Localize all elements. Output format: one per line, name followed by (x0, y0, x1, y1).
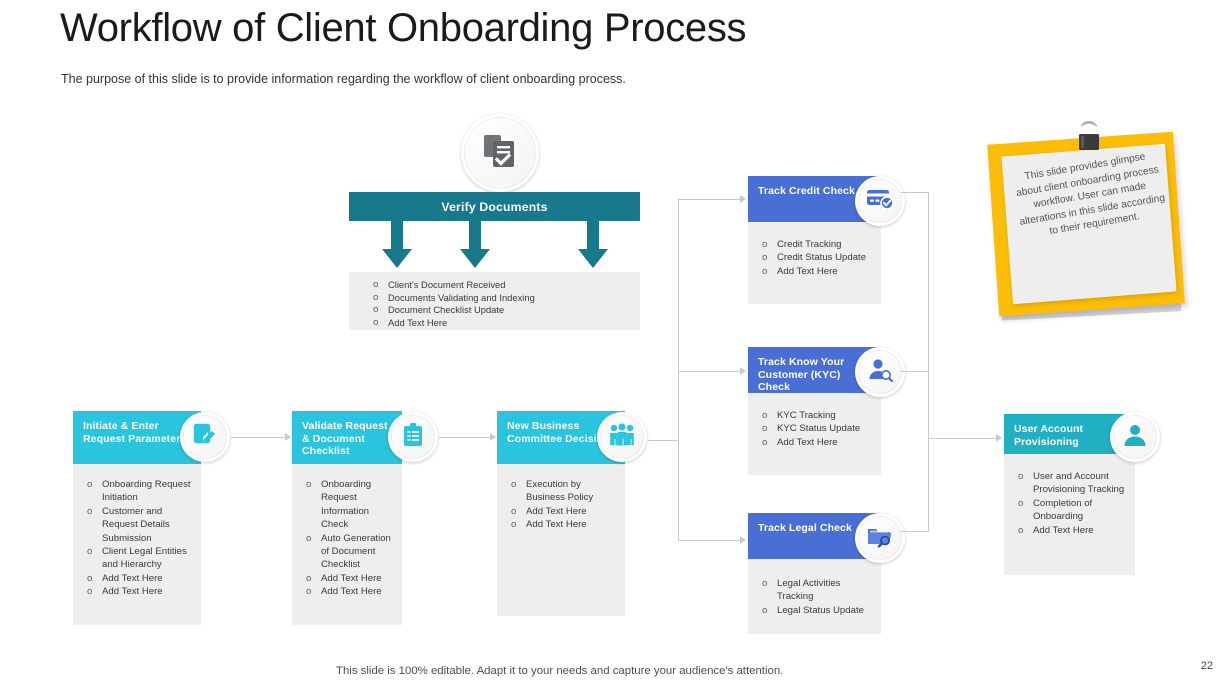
card-provisioning-body: User and Account Provisioning Tracking C… (1004, 454, 1135, 575)
card-track-kyc-title: Track Know Your Customer (KYC) Check (758, 356, 845, 393)
verify-arrow-2 (455, 221, 495, 271)
list-item: Completion of Onboarding (1016, 497, 1125, 524)
verify-arrow-1 (377, 221, 417, 271)
list-item: Add Text Here (760, 265, 871, 279)
branch-trunk (678, 199, 679, 541)
card-validate-header: Validate Request & Document Checklist (292, 411, 402, 464)
sticky-note: This slide provides glimpse about client… (985, 120, 1190, 325)
card-track-kyc-body: KYC Tracking KYC Status Update Add Text … (748, 393, 881, 475)
merge-trunk (928, 192, 929, 532)
list-item: Document Checklist Update (371, 304, 630, 317)
list-item: Add Text Here (1016, 524, 1125, 538)
card-track-legal-body: Legal Activities Tracking Legal Status U… (748, 559, 881, 634)
footer-note: This slide is 100% editable. Adapt it to… (336, 665, 784, 677)
documents-check-icon (480, 131, 520, 176)
connector-kyc-merge (901, 371, 929, 372)
validate-icon-bubble (388, 412, 438, 462)
list-item: Add Text Here (85, 585, 191, 599)
card-initiate-title: Initiate & Enter Request Parameters (83, 420, 187, 445)
committee-icon-bubble (597, 412, 647, 462)
binder-clip-icon (1071, 120, 1107, 162)
connector-trunk-kyc (678, 371, 740, 372)
card-track-legal-bullets: Legal Activities Tracking Legal Status U… (760, 577, 871, 618)
list-item: Onboarding Request Initiation (85, 478, 191, 505)
list-item: Documents Validating and Indexing (371, 292, 630, 305)
arrowhead-kyc (740, 367, 746, 375)
verify-documents-title: Verify Documents (441, 199, 548, 214)
verify-documents-body: Client's Document Received Documents Val… (349, 272, 640, 330)
people-group-icon (608, 422, 636, 452)
connector-merge-provisioning (928, 438, 996, 439)
connector-legal-merge (901, 531, 929, 532)
provisioning-icon-bubble (1110, 412, 1160, 462)
list-item: Customer and Request Details Submission (85, 505, 191, 545)
arrowhead-credit (740, 195, 746, 203)
list-item: Client Legal Entities and Hierarchy (85, 545, 191, 572)
verify-documents-banner: Verify Documents (349, 192, 640, 221)
arrowhead-legal (740, 536, 746, 544)
list-item: Add Text Here (371, 317, 630, 330)
verify-arrow-3 (573, 221, 613, 271)
connector-credit-merge (901, 192, 929, 193)
connector-trunk-legal (678, 540, 740, 541)
card-provisioning-bullets: User and Account Provisioning Tracking C… (1016, 470, 1125, 537)
card-validate-body: Onboarding Request Information Check Aut… (292, 464, 402, 625)
list-item: Onboarding Request Information Check (304, 478, 392, 532)
card-initiate-bullets: Onboarding Request Initiation Customer a… (85, 478, 191, 599)
track-legal-icon-bubble (855, 513, 905, 563)
card-validate[interactable]: Validate Request & Document Checklist On… (292, 411, 402, 625)
list-item: Client's Document Received (371, 279, 630, 292)
card-track-credit-bullets: Credit Tracking Credit Status Update Add… (760, 238, 871, 279)
track-credit-icon-bubble (855, 176, 905, 226)
card-validate-bullets: Onboarding Request Information Check Aut… (304, 478, 392, 599)
clipboard-checklist-icon (401, 422, 425, 453)
user-account-icon (1123, 423, 1147, 452)
user-search-icon (867, 358, 894, 387)
page-subtitle: The purpose of this slide is to provide … (61, 72, 626, 86)
list-item: Credit Status Update (760, 251, 871, 265)
track-kyc-icon-bubble (855, 347, 905, 397)
initiate-icon-bubble (180, 412, 230, 462)
edit-document-icon (192, 422, 218, 453)
credit-card-check-icon (866, 188, 894, 215)
list-item: Legal Status Update (760, 604, 871, 618)
connector-initiate-validate (231, 437, 285, 438)
arrowhead-provisioning (996, 434, 1002, 442)
list-item: KYC Status Update (760, 422, 871, 436)
arrowhead-committee (490, 433, 496, 441)
list-item: KYC Tracking (760, 409, 871, 423)
list-item: Add Text Here (509, 518, 615, 532)
page-title: Workflow of Client Onboarding Process (60, 6, 747, 50)
connector-validate-committee (439, 437, 490, 438)
arrowhead-validate (285, 433, 291, 441)
card-initiate-body: Onboarding Request Initiation Customer a… (73, 464, 201, 625)
list-item: Add Text Here (509, 505, 615, 519)
list-item: Add Text Here (85, 572, 191, 586)
connector-committee-trunk (648, 440, 679, 441)
list-item: Credit Tracking (760, 238, 871, 252)
list-item: Legal Activities Tracking (760, 577, 871, 604)
page-number: 22 (1200, 660, 1213, 672)
folder-search-icon (866, 524, 894, 553)
list-item: User and Account Provisioning Tracking (1016, 470, 1125, 497)
card-validate-title: Validate Request & Document Checklist (302, 420, 388, 457)
card-track-legal-title: Track Legal Check (758, 522, 852, 534)
card-track-credit-title: Track Credit Check (758, 185, 855, 197)
card-track-kyc-bullets: KYC Tracking KYC Status Update Add Text … (760, 409, 871, 450)
slide-canvas: Workflow of Client Onboarding Process Th… (0, 0, 1229, 691)
list-item: Add Text Here (304, 572, 392, 586)
list-item: Auto Generation of Document Checklist (304, 532, 392, 572)
card-track-credit-body: Credit Tracking Credit Status Update Add… (748, 222, 881, 304)
list-item: Add Text Here (304, 585, 392, 599)
verify-documents-bullets: Client's Document Received Documents Val… (371, 279, 630, 329)
connector-trunk-credit (678, 199, 740, 200)
card-provisioning-title: User Account Provisioning (1014, 423, 1084, 448)
card-committee-bullets: Execution by Business Policy Add Text He… (509, 478, 615, 532)
list-item: Execution by Business Policy (509, 478, 615, 505)
verify-documents-icon-bubble (461, 114, 539, 192)
card-committee-body: Execution by Business Policy Add Text He… (497, 464, 625, 616)
list-item: Add Text Here (760, 436, 871, 450)
